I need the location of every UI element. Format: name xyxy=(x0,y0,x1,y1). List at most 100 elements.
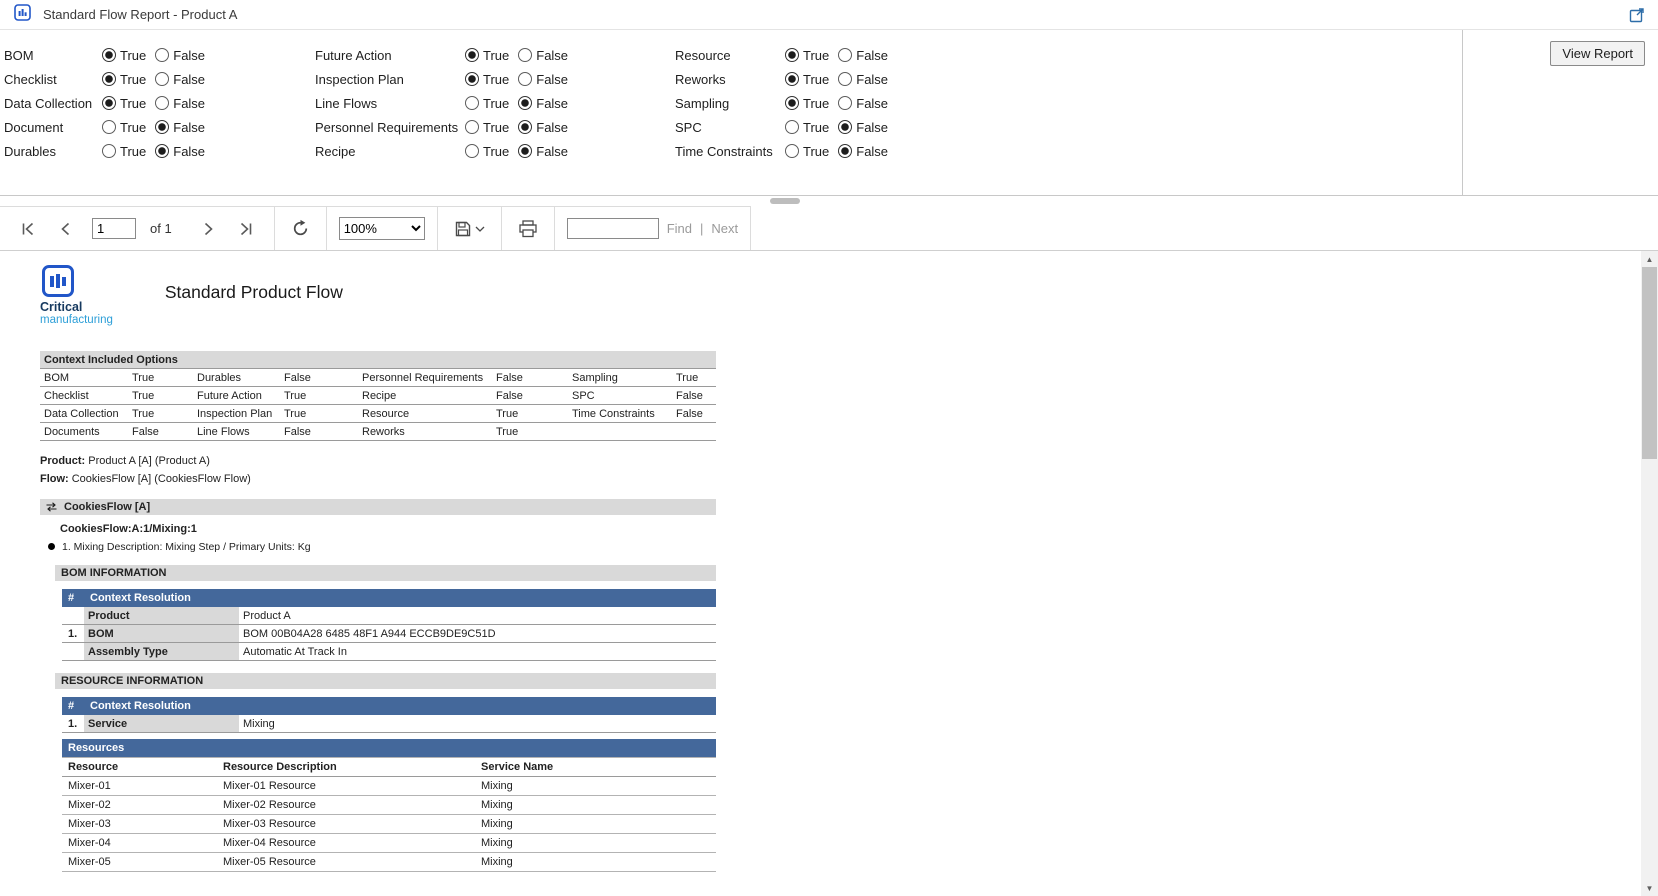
refresh-button[interactable] xyxy=(287,215,314,242)
horizontal-scrollbar-thumb[interactable] xyxy=(770,198,800,204)
open-new-window-icon[interactable] xyxy=(1626,4,1648,26)
radio-false[interactable] xyxy=(155,48,169,62)
radio-false[interactable] xyxy=(838,96,852,110)
radio-false[interactable] xyxy=(155,72,169,86)
radio-option-false[interactable]: False xyxy=(155,144,205,159)
radio-true[interactable] xyxy=(785,72,799,86)
radio-option-false[interactable]: False xyxy=(518,48,568,63)
radio-false-label: False xyxy=(856,72,888,87)
page-number-input[interactable] xyxy=(92,218,136,239)
flow-label: Flow: xyxy=(40,473,69,485)
radio-option-false[interactable]: False xyxy=(838,72,888,87)
find-button[interactable]: Find xyxy=(667,221,692,236)
radio-true[interactable] xyxy=(785,144,799,158)
row-label: Assembly Type xyxy=(84,643,239,661)
radio-true[interactable] xyxy=(465,48,479,62)
radio-option-false[interactable]: False xyxy=(518,72,568,87)
parameter-row-line-flows: Line Flows True False xyxy=(315,91,577,115)
radio-option-true[interactable]: True xyxy=(785,144,829,159)
table-row: BOMTrue DurablesFalse Personnel Requirem… xyxy=(40,369,716,387)
scroll-down-arrow-icon[interactable]: ▼ xyxy=(1641,880,1658,896)
radio-option-false[interactable]: False xyxy=(155,120,205,135)
radio-false[interactable] xyxy=(838,120,852,134)
radio-true[interactable] xyxy=(102,48,116,62)
radio-option-false[interactable]: False xyxy=(155,72,205,87)
previous-page-button[interactable] xyxy=(54,217,78,241)
radio-option-true[interactable]: True xyxy=(465,120,509,135)
parameter-row-document: Document True False xyxy=(4,115,214,139)
find-next-button[interactable]: Next xyxy=(711,221,738,236)
radio-false[interactable] xyxy=(518,144,532,158)
radio-true[interactable] xyxy=(102,96,116,110)
scroll-up-arrow-icon[interactable]: ▲ xyxy=(1641,251,1658,267)
print-button[interactable] xyxy=(514,216,542,242)
vertical-scrollbar[interactable]: ▲ ▼ xyxy=(1641,251,1658,896)
radio-false[interactable] xyxy=(838,72,852,86)
zoom-select[interactable]: 100% xyxy=(339,217,425,240)
radio-option-true[interactable]: True xyxy=(102,72,146,87)
radio-option-true[interactable]: True xyxy=(102,120,146,135)
radio-option-false[interactable]: False xyxy=(518,120,568,135)
radio-option-true[interactable]: True xyxy=(465,96,509,111)
option-value: False xyxy=(280,423,358,441)
option-value: False xyxy=(492,387,568,405)
vertical-scrollbar-thumb[interactable] xyxy=(1642,267,1657,459)
radio-true-label: True xyxy=(803,144,829,159)
radio-option-false[interactable]: False xyxy=(518,96,568,111)
radio-true[interactable] xyxy=(102,120,116,134)
radio-false[interactable] xyxy=(518,120,532,134)
option-label xyxy=(568,423,672,441)
radio-option-false[interactable]: False xyxy=(838,120,888,135)
last-page-button[interactable] xyxy=(234,217,258,241)
radio-option-true[interactable]: True xyxy=(102,96,146,111)
resource-description-cell: Mixer-02 Resource xyxy=(217,796,475,815)
radio-option-false[interactable]: False xyxy=(155,96,205,111)
next-page-button[interactable] xyxy=(196,217,220,241)
radio-true[interactable] xyxy=(465,120,479,134)
radio-true[interactable] xyxy=(102,72,116,86)
view-report-button[interactable]: View Report xyxy=(1550,41,1645,66)
radio-false[interactable] xyxy=(518,72,532,86)
radio-option-true[interactable]: True xyxy=(785,96,829,111)
radio-true[interactable] xyxy=(785,96,799,110)
radio-true[interactable] xyxy=(785,120,799,134)
radio-false[interactable] xyxy=(155,144,169,158)
column-header-resource-description: Resource Description xyxy=(217,758,475,777)
radio-true[interactable] xyxy=(465,96,479,110)
radio-option-false[interactable]: False xyxy=(838,144,888,159)
radio-false[interactable] xyxy=(838,48,852,62)
radio-option-false[interactable]: False xyxy=(838,96,888,111)
radio-option-true[interactable]: True xyxy=(102,48,146,63)
radio-false-label: False xyxy=(856,48,888,63)
radio-false[interactable] xyxy=(838,144,852,158)
radio-true[interactable] xyxy=(465,144,479,158)
first-page-button[interactable] xyxy=(16,217,40,241)
option-label: BOM xyxy=(40,369,128,387)
resource-description-cell: Mixer-03 Resource xyxy=(217,815,475,834)
save-export-button[interactable] xyxy=(450,216,489,242)
radio-true[interactable] xyxy=(465,72,479,86)
radio-option-false[interactable]: False xyxy=(155,48,205,63)
radio-option-true[interactable]: True xyxy=(465,144,509,159)
radio-false[interactable] xyxy=(518,48,532,62)
radio-option-true[interactable]: True xyxy=(465,48,509,63)
parameter-row-time-constraints: Time Constraints True False xyxy=(675,139,897,163)
radio-option-false[interactable]: False xyxy=(518,144,568,159)
find-input[interactable] xyxy=(567,218,659,239)
print-group xyxy=(502,207,555,250)
parameter-label: Data Collection xyxy=(4,96,102,111)
parameter-label: Inspection Plan xyxy=(315,72,465,87)
radio-false[interactable] xyxy=(518,96,532,110)
radio-option-true[interactable]: True xyxy=(102,144,146,159)
radio-true[interactable] xyxy=(785,48,799,62)
radio-option-false[interactable]: False xyxy=(838,48,888,63)
radio-false-label: False xyxy=(536,144,568,159)
radio-option-true[interactable]: True xyxy=(785,48,829,63)
radio-false[interactable] xyxy=(155,96,169,110)
radio-option-true[interactable]: True xyxy=(785,120,829,135)
radio-true[interactable] xyxy=(102,144,116,158)
radio-option-true[interactable]: True xyxy=(465,72,509,87)
table-header-row: # Context Resolution xyxy=(62,697,716,715)
radio-option-true[interactable]: True xyxy=(785,72,829,87)
radio-false[interactable] xyxy=(155,120,169,134)
